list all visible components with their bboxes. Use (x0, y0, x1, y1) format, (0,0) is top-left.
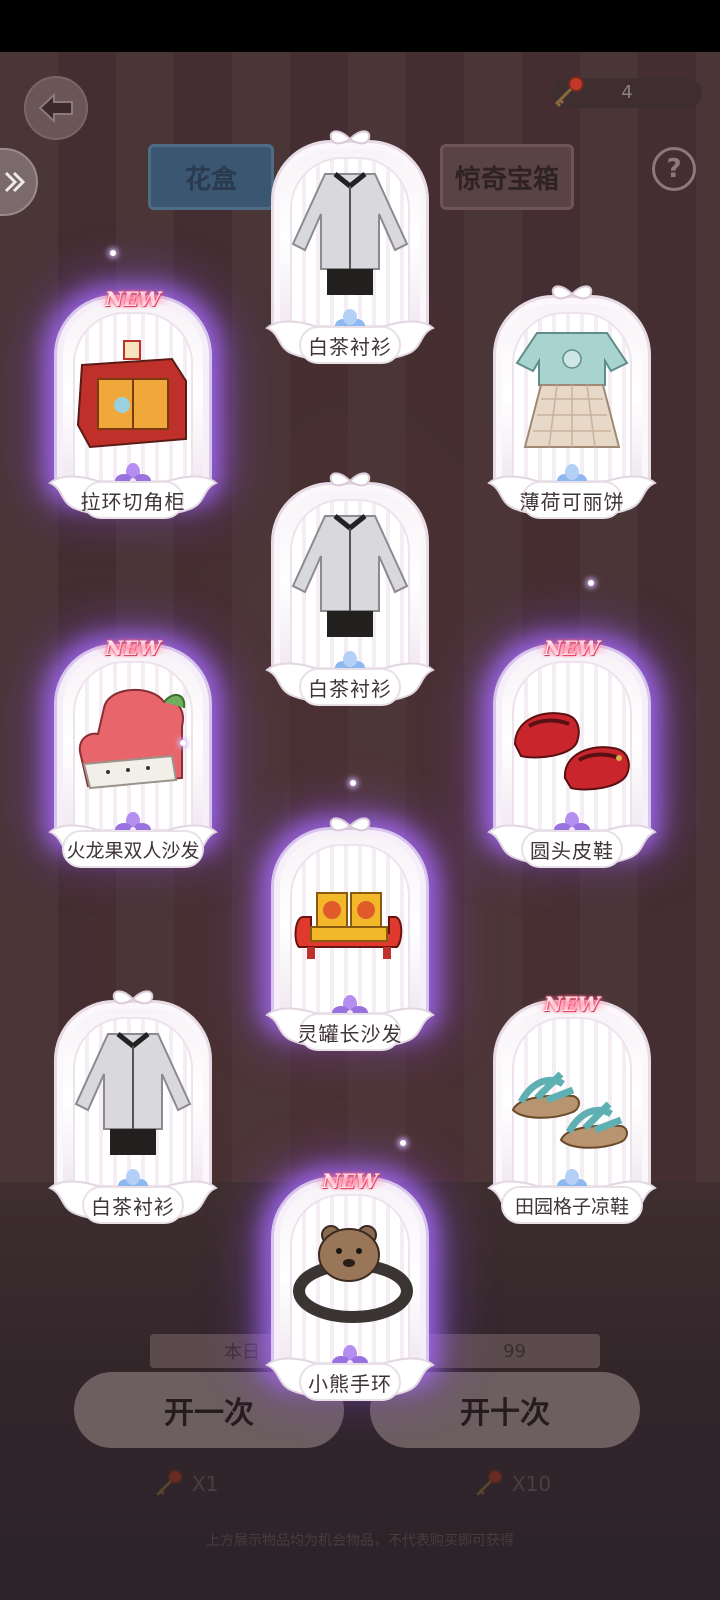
help-button[interactable]: ? (652, 147, 696, 191)
sparkle (110, 250, 116, 256)
card-item-name: 小熊手环 (299, 1363, 401, 1401)
side-expand-button[interactable] (0, 148, 38, 216)
sparkle (400, 1140, 406, 1146)
new-badge: NEW (310, 1167, 390, 1195)
reward-card[interactable]: 白茶衬衫 (265, 470, 435, 710)
reward-card[interactable]: 白茶衬衫 (48, 988, 218, 1228)
reward-card[interactable]: NEW 小熊手环 (265, 1165, 435, 1405)
can-sofa-icon (294, 892, 403, 959)
cost-ten: X10 (470, 1466, 551, 1502)
new-badge: NEW (532, 634, 612, 662)
sofa-icon (78, 689, 186, 790)
key-icon (476, 1469, 503, 1496)
sparkle (588, 580, 594, 586)
card-item-name: 灵罐长沙发 (298, 1013, 402, 1051)
new-badge: NEW (93, 634, 173, 662)
sandals-icon (511, 1071, 628, 1149)
key-count: 4 (621, 82, 633, 103)
card-item-name: 拉环切角柜 (81, 481, 185, 519)
reward-card[interactable]: NEW 圆头皮鞋 (487, 632, 657, 872)
outfit-icon (515, 332, 629, 448)
new-badge: NEW (532, 990, 612, 1018)
arrow-left-icon (38, 92, 73, 124)
reward-card[interactable]: NEW 火龙果双人沙发 (48, 632, 218, 872)
reward-card[interactable]: NEW 田园格子凉鞋 (487, 988, 657, 1228)
new-badge-text: NEW (544, 992, 600, 1016)
card-item-name: 白茶衬衫 (299, 326, 401, 364)
card-item-name: 火龙果双人沙发 (62, 830, 204, 868)
card-item-name: 薄荷可丽饼 (520, 481, 624, 519)
sparkle (350, 780, 356, 786)
card-item-name: 圆头皮鞋 (521, 830, 623, 868)
daily-limit-prefix: 本日 (224, 1342, 260, 1363)
new-badge: NEW (93, 285, 173, 313)
ribbon-bow-icon (112, 990, 154, 1005)
reward-card[interactable]: 白茶衬衫 (265, 128, 435, 368)
ribbon-bow-icon (551, 285, 593, 300)
disclaimer-text: 上方展示物品均为机会物品，不代表购买即可获得 (206, 1533, 514, 1549)
shirt-icon (291, 514, 409, 637)
shirt-icon (74, 1032, 192, 1155)
new-badge-text: NEW (544, 636, 600, 660)
daily-limit-value: 99 (503, 1340, 526, 1362)
cost-ten-value: X10 (512, 1472, 552, 1496)
new-badge-text: NEW (322, 1169, 378, 1193)
ribbon-bow-icon (329, 817, 371, 832)
sparkle (180, 740, 186, 746)
status-bar (0, 0, 720, 52)
card-item-name: 白茶衬衫 (82, 1186, 184, 1224)
cost-once: X1 (150, 1466, 218, 1502)
cost-once-value: X1 (192, 1472, 219, 1496)
reward-card[interactable]: 薄荷可丽饼 (487, 283, 657, 523)
bear-bracelet-icon (293, 1225, 413, 1323)
key-counter: 4 (552, 76, 702, 108)
shoes-icon (513, 712, 630, 791)
tab-surprise-chest[interactable]: 惊奇宝箱 (440, 144, 574, 210)
shirt-icon (291, 172, 409, 295)
double-chevron-icon (4, 171, 26, 193)
cabinet-icon (76, 340, 187, 449)
key-icon (156, 1469, 183, 1496)
card-item-name: 田园格子凉鞋 (501, 1186, 643, 1224)
ribbon-bow-icon (329, 130, 371, 145)
back-button[interactable] (24, 76, 88, 140)
new-badge-text: NEW (105, 287, 161, 311)
ribbon-bow-icon (329, 472, 371, 487)
reward-card[interactable]: NEW 拉环切角柜 (48, 283, 218, 523)
reward-card[interactable]: 灵罐长沙发 (265, 815, 435, 1055)
card-item-name: 白茶衬衫 (299, 668, 401, 706)
tab-flower-box[interactable]: 花盒 (148, 144, 274, 210)
new-badge-text: NEW (105, 636, 161, 660)
